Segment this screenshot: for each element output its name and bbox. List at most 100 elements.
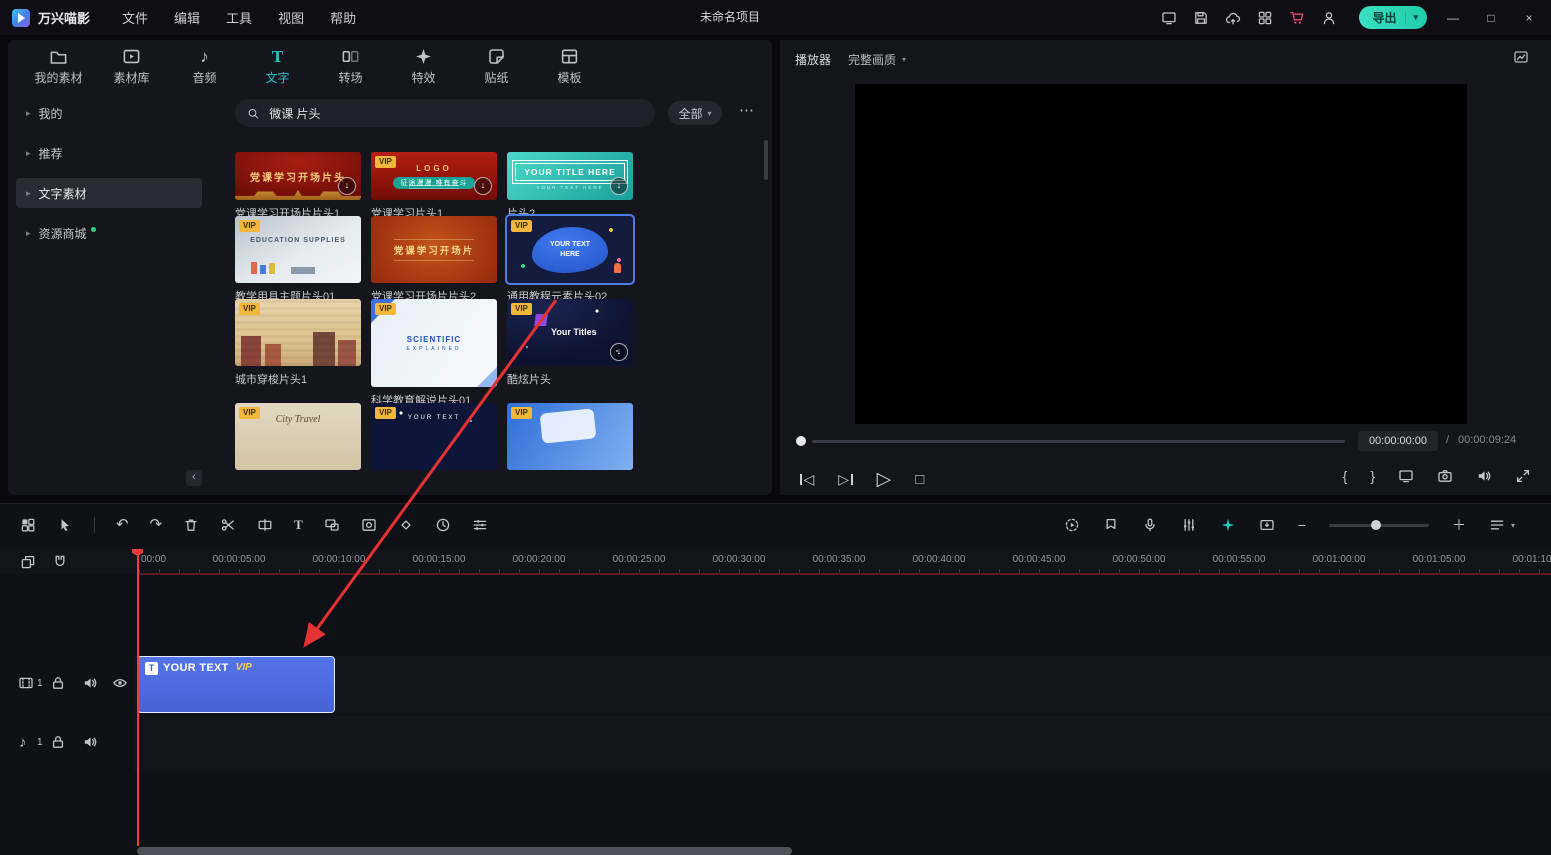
minimize-button[interactable]: — <box>1445 11 1461 25</box>
template-card[interactable]: 党课学习开场片 党课学习开场片片头2 <box>371 216 497 283</box>
select-tool-icon[interactable] <box>57 517 73 533</box>
zoom-slider-handle[interactable] <box>1371 520 1381 530</box>
mark-out-button[interactable]: } <box>1370 468 1375 484</box>
tab-transitions[interactable]: 转场 <box>314 40 387 92</box>
library-scrollbar[interactable] <box>764 140 768 180</box>
tab-stickers[interactable]: 贴纸 <box>460 40 533 92</box>
timeline-clip-selected[interactable]: T YOUR TEXT VIP <box>137 656 335 713</box>
delete-icon[interactable] <box>183 517 199 533</box>
scope-icon[interactable] <box>1513 49 1529 65</box>
export-dropdown-icon[interactable]: ▾ <box>1413 12 1418 23</box>
audio-mixer-icon[interactable] <box>1181 517 1197 533</box>
ai-tool-icon[interactable] <box>1220 517 1236 533</box>
menu-view[interactable]: 视图 <box>278 8 304 27</box>
close-button[interactable]: × <box>1521 11 1537 25</box>
mute-speaker-icon[interactable] <box>82 675 98 691</box>
media-panel-icon[interactable] <box>20 517 36 533</box>
more-options-icon[interactable]: ⋯ <box>739 101 755 119</box>
menu-edit[interactable]: 编辑 <box>174 8 200 27</box>
sidebar-item-recommended[interactable]: ▸ 推荐 <box>16 138 202 168</box>
volume-icon[interactable] <box>1476 468 1492 484</box>
previous-frame-button[interactable]: ◁ <box>800 471 814 488</box>
redo-icon[interactable]: ↷ <box>150 517 163 533</box>
template-card[interactable]: EDUCATION SUPPLIES VIP 教学用具主题片头01 <box>235 216 361 283</box>
download-icon[interactable]: ↓ <box>610 177 628 195</box>
manage-tracks-icon[interactable] <box>20 554 36 570</box>
template-card[interactable]: Your Titles VIP ↓ 酷炫片头 <box>507 299 633 387</box>
video-track-lane[interactable] <box>133 656 1551 713</box>
cart-icon[interactable] <box>1289 10 1305 26</box>
audio-track-lane[interactable] <box>133 716 1551 771</box>
zoom-out-icon[interactable]: − <box>1298 517 1306 533</box>
menu-tools[interactable]: 工具 <box>226 8 252 27</box>
template-card[interactable]: 党课学习开场片头 ↓ 党课学习开场片片头1 <box>235 152 361 200</box>
sidebar-item-store[interactable]: ▸ 资源商城 <box>16 218 202 248</box>
time-ruler[interactable]: 00:00 00:00:05:00 00:00:10:00 00:00:15:0… <box>0 549 1551 574</box>
search-bar[interactable] <box>235 99 655 127</box>
cut-scissors-icon[interactable] <box>220 517 236 533</box>
snapshot-camera-icon[interactable] <box>1437 468 1453 484</box>
quality-dropdown[interactable]: 完整画质 ▾ <box>848 51 906 68</box>
template-card[interactable]: YOUR TITLE HERE YOUR TEXT HERE ↓ 片头2 <box>507 152 633 200</box>
maximize-button[interactable]: □ <box>1483 11 1499 25</box>
save-icon[interactable] <box>1193 10 1209 26</box>
display-icon[interactable] <box>1161 10 1177 26</box>
download-icon[interactable]: ↓ <box>610 343 628 361</box>
undo-icon[interactable]: ↶ <box>116 517 129 533</box>
menu-file[interactable]: 文件 <box>122 8 148 27</box>
tab-text[interactable]: T 文字 <box>241 40 314 92</box>
play-button[interactable]: ▷ <box>877 468 892 491</box>
motion-track-icon[interactable] <box>361 517 377 533</box>
add-text-icon[interactable]: T <box>294 517 303 533</box>
template-card[interactable]: VIP 城市穿梭片头1 <box>235 299 361 387</box>
lock-icon[interactable] <box>50 675 66 691</box>
snap-magnet-icon[interactable] <box>52 554 68 570</box>
sidebar-item-text-assets[interactable]: ▸ 文字素材 <box>16 178 202 208</box>
adjust-sliders-icon[interactable] <box>472 517 488 533</box>
pip-crop-icon[interactable] <box>324 517 340 533</box>
lock-icon[interactable] <box>50 734 66 750</box>
timeline-scrollbar[interactable] <box>137 847 792 855</box>
fullscreen-icon[interactable] <box>1515 468 1531 484</box>
track-height-dropdown[interactable]: ▾ <box>1489 517 1515 533</box>
tab-audio[interactable]: ♪ 音频 <box>168 40 241 92</box>
export-frame-icon[interactable] <box>1259 517 1275 533</box>
seek-handle[interactable] <box>796 436 806 446</box>
download-icon[interactable]: ↓ <box>474 177 492 195</box>
mirror-display-icon[interactable] <box>1398 468 1414 484</box>
zoom-slider[interactable] <box>1329 524 1429 527</box>
template-card[interactable]: City Travel VIP <box>235 403 361 470</box>
playhead[interactable] <box>137 549 139 846</box>
menu-help[interactable]: 帮助 <box>330 8 356 27</box>
visibility-eye-icon[interactable] <box>112 675 128 691</box>
account-icon[interactable] <box>1321 10 1337 26</box>
template-card[interactable]: LOGO 征途漫漫 唯有奋斗 VIP ↓ 党课学习片头1 <box>371 152 497 200</box>
template-card[interactable]: SCIENTIFIC EXPLAINED VIP 科学教育解说片头01 <box>371 299 497 387</box>
search-input[interactable] <box>267 105 643 121</box>
mute-speaker-icon[interactable] <box>82 734 98 750</box>
marker-icon[interactable] <box>1103 517 1119 533</box>
template-card[interactable]: VIP <box>507 403 633 470</box>
apps-grid-icon[interactable] <box>1257 10 1273 26</box>
mark-in-button[interactable]: { <box>1343 468 1348 484</box>
video-preview[interactable] <box>855 84 1467 424</box>
filter-dropdown[interactable]: 全部 ▾ <box>668 101 722 125</box>
sidebar-collapse-button[interactable]: ‹ <box>186 470 202 486</box>
tab-my-media[interactable]: 我的素材 <box>22 40 95 92</box>
keyframe-icon[interactable] <box>398 517 414 533</box>
stop-button[interactable]: □ <box>915 471 924 488</box>
split-clip-icon[interactable] <box>257 517 273 533</box>
zoom-in-icon[interactable]: ＋ <box>1452 515 1466 535</box>
download-icon[interactable]: ↓ <box>338 177 356 195</box>
render-preview-icon[interactable] <box>1064 517 1080 533</box>
voiceover-mic-icon[interactable] <box>1142 517 1158 533</box>
next-frame-button[interactable]: ▷ <box>838 471 852 488</box>
tab-stock-media[interactable]: 素材库 <box>95 40 168 92</box>
template-card[interactable]: YOUR TEXT VIP <box>371 403 497 470</box>
export-button[interactable]: 导出 ▾ <box>1359 6 1427 29</box>
seek-bar[interactable] <box>812 440 1345 443</box>
template-card-selected[interactable]: YOUR TEXT HERE VIP 通用教程元素片头02 <box>507 216 633 283</box>
tab-effects[interactable]: 特效 <box>387 40 460 92</box>
tab-templates[interactable]: 模板 <box>533 40 606 92</box>
speed-clock-icon[interactable] <box>435 517 451 533</box>
